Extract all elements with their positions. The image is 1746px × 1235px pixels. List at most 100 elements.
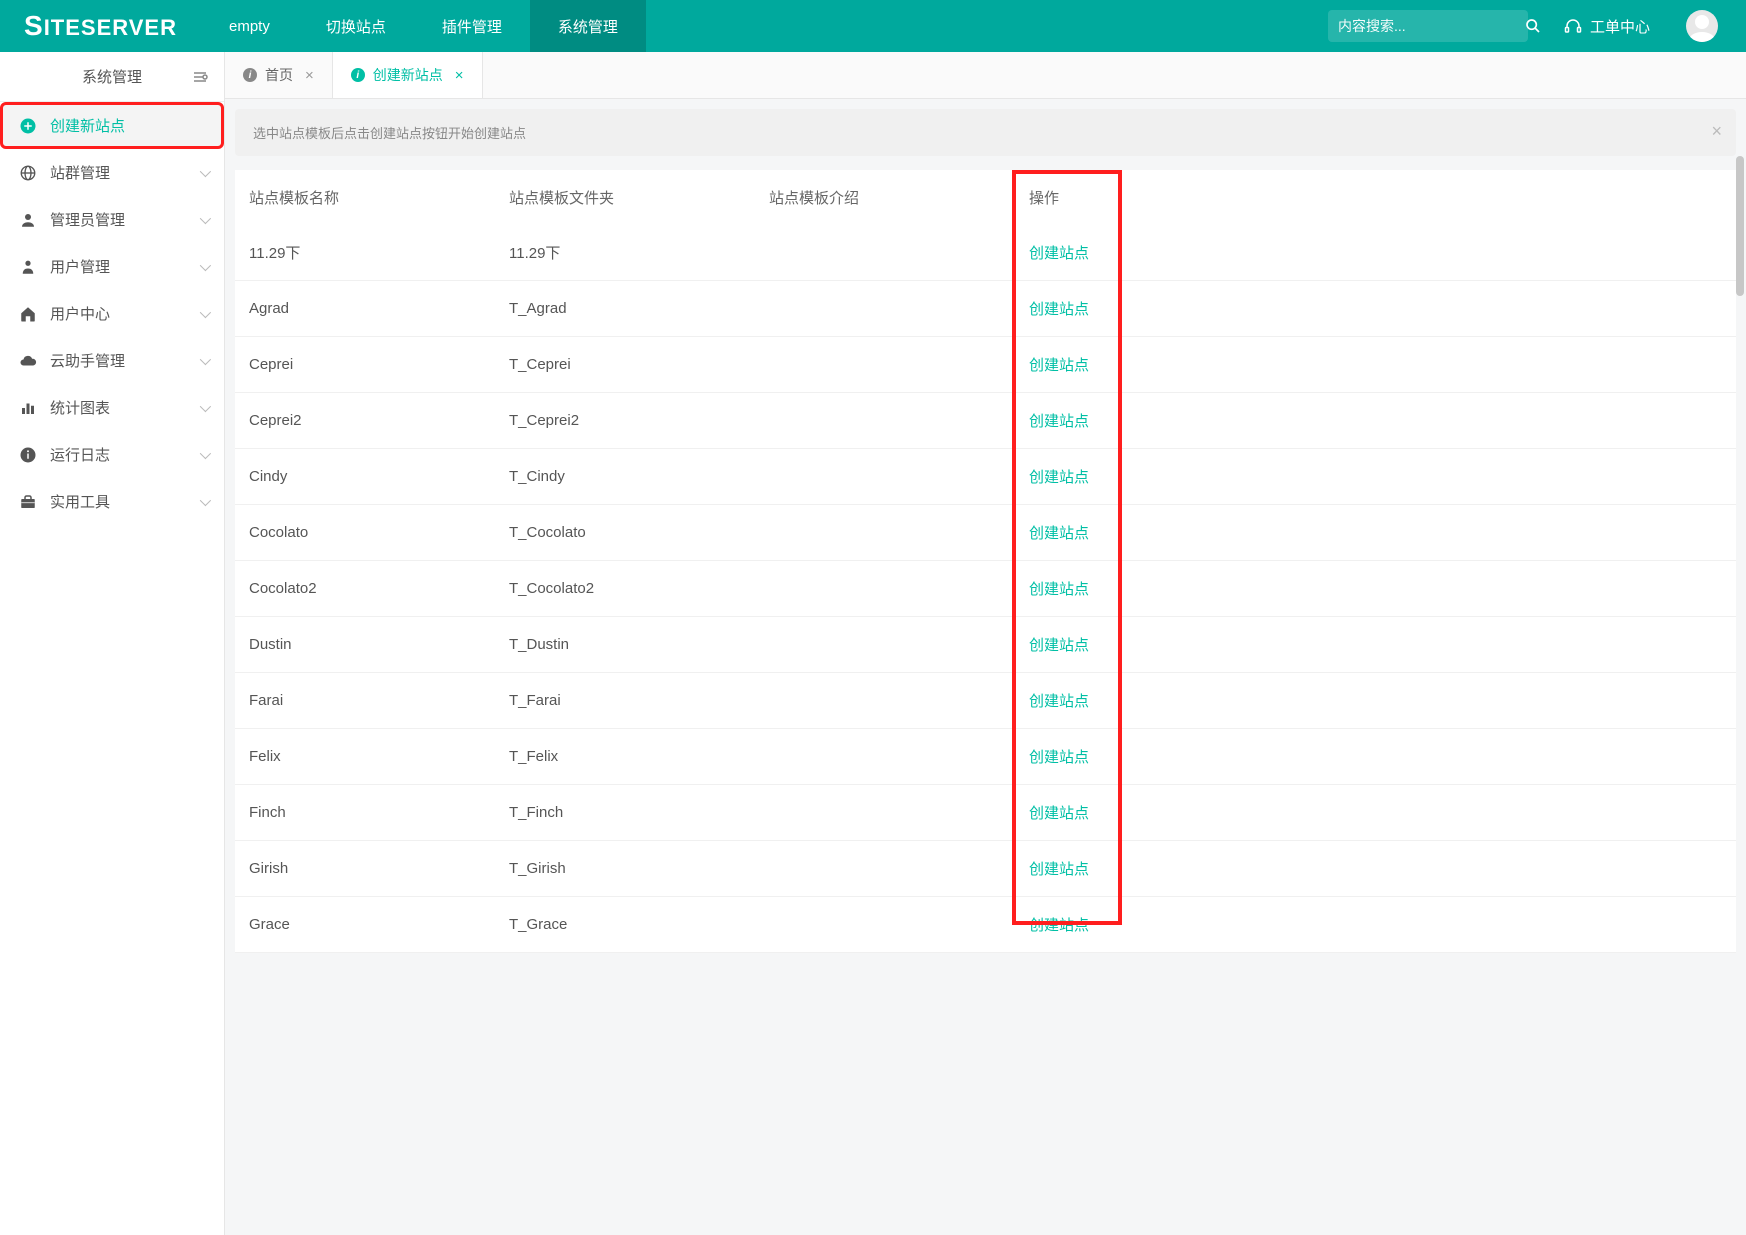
table-row: 11.29下11.29下 创建站点 bbox=[235, 225, 1736, 281]
sidebar-collapse-icon[interactable] bbox=[192, 71, 208, 83]
cell-template-folder: T_Finch bbox=[495, 785, 755, 841]
brand-logo[interactable]: SITESERVER bbox=[0, 10, 201, 42]
sidebar-item-3[interactable]: 用户管理 bbox=[0, 243, 224, 290]
chevron-down-icon bbox=[200, 446, 208, 463]
cell-template-folder: T_Cocolato bbox=[495, 505, 755, 561]
chevron-down-icon bbox=[200, 164, 208, 181]
vertical-scrollbar[interactable] bbox=[1736, 156, 1744, 296]
cell-template-name: Cocolato bbox=[235, 505, 495, 561]
chart-icon bbox=[18, 399, 38, 417]
search-input[interactable] bbox=[1338, 18, 1519, 34]
sidebar-item-label: 用户中心 bbox=[50, 303, 110, 324]
close-icon[interactable]: × bbox=[1711, 121, 1722, 142]
cell-template-folder: T_Felix bbox=[495, 729, 755, 785]
tab-create-site[interactable]: i 创建新站点 × bbox=[333, 52, 483, 98]
cell-template-name: Finch bbox=[235, 785, 495, 841]
sidebar-item-5[interactable]: 云助手管理 bbox=[0, 337, 224, 384]
cell-template-desc bbox=[755, 449, 1015, 505]
sidebar-item-label: 站群管理 bbox=[50, 162, 110, 183]
create-site-link[interactable]: 创建站点 bbox=[1029, 357, 1089, 374]
tab-label: 创建新站点 bbox=[373, 65, 443, 85]
create-site-link[interactable]: 创建站点 bbox=[1029, 413, 1089, 430]
create-site-link[interactable]: 创建站点 bbox=[1029, 917, 1089, 934]
close-icon[interactable]: × bbox=[305, 67, 314, 84]
cell-template-name: 11.29下 bbox=[235, 225, 495, 281]
create-site-link[interactable]: 创建站点 bbox=[1029, 637, 1089, 654]
nav-system-manage[interactable]: 系统管理 bbox=[530, 0, 646, 52]
table-row: FinchT_Finch 创建站点 bbox=[235, 785, 1736, 841]
headset-icon bbox=[1564, 17, 1582, 35]
cell-template-name: Ceprei bbox=[235, 337, 495, 393]
cell-template-desc bbox=[755, 281, 1015, 337]
table-row: Cocolato2T_Cocolato2创建站点 bbox=[235, 561, 1736, 617]
cell-template-name: Agrad bbox=[235, 281, 495, 337]
create-site-link[interactable]: 创建站点 bbox=[1029, 525, 1089, 542]
main-area: i 首页 × i 创建新站点 × 选中站点模板后点击创建站点按钮开始创建站点 ×… bbox=[225, 52, 1746, 1235]
close-icon[interactable]: × bbox=[455, 67, 464, 84]
create-site-link[interactable]: 创建站点 bbox=[1029, 749, 1089, 766]
nav-switch-site[interactable]: 切换站点 bbox=[298, 0, 414, 52]
search-icon[interactable] bbox=[1525, 18, 1541, 34]
top-bar-right: 工单中心 bbox=[1328, 0, 1746, 52]
chevron-down-icon bbox=[200, 399, 208, 416]
chevron-down-icon bbox=[200, 211, 208, 228]
cell-template-name: Cocolato2 bbox=[235, 561, 495, 617]
nav-current-site[interactable]: empty bbox=[201, 0, 298, 52]
sidebar-item-0[interactable]: 创建新站点 bbox=[0, 102, 224, 149]
create-site-link[interactable]: 创建站点 bbox=[1029, 861, 1089, 878]
sidebar-header: 系统管理 bbox=[0, 52, 224, 102]
sidebar-title: 系统管理 bbox=[82, 66, 142, 87]
sidebar-item-8[interactable]: 实用工具 bbox=[0, 478, 224, 525]
person-icon bbox=[18, 211, 38, 229]
cell-template-desc bbox=[755, 393, 1015, 449]
user-avatar[interactable] bbox=[1686, 10, 1718, 42]
tab-label: 首页 bbox=[265, 65, 293, 85]
chevron-down-icon bbox=[200, 258, 208, 275]
top-bar: SITESERVER empty 切换站点 插件管理 系统管理 工单中心 bbox=[0, 0, 1746, 52]
sidebar-item-1[interactable]: 站群管理 bbox=[0, 149, 224, 196]
sidebar-item-4[interactable]: 用户中心 bbox=[0, 290, 224, 337]
cell-template-name: Ceprei2 bbox=[235, 393, 495, 449]
cell-template-folder: T_Grace bbox=[495, 897, 755, 953]
home-icon bbox=[18, 305, 38, 323]
create-site-link[interactable]: 创建站点 bbox=[1029, 245, 1089, 262]
sidebar-item-2[interactable]: 管理员管理 bbox=[0, 196, 224, 243]
nav-plugin-manage[interactable]: 插件管理 bbox=[414, 0, 530, 52]
info-icon: i bbox=[351, 68, 365, 82]
table-row: DustinT_Dustin创建站点 bbox=[235, 617, 1736, 673]
template-table: 站点模板名称 站点模板文件夹 站点模板介绍 操作 11.29下11.29下创建站… bbox=[235, 170, 1736, 953]
cell-template-desc bbox=[755, 841, 1015, 897]
table-row: CindyT_Cindy创建站点 bbox=[235, 449, 1736, 505]
user-icon bbox=[18, 258, 38, 276]
ticket-center-link[interactable]: 工单中心 bbox=[1564, 16, 1650, 37]
sidebar-item-7[interactable]: 运行日志 bbox=[0, 431, 224, 478]
sidebar-item-6[interactable]: 统计图表 bbox=[0, 384, 224, 431]
create-site-link[interactable]: 创建站点 bbox=[1029, 469, 1089, 486]
cell-template-desc bbox=[755, 337, 1015, 393]
brand-text: ITESERVER bbox=[44, 15, 177, 40]
sidebar-item-label: 运行日志 bbox=[50, 444, 110, 465]
cell-template-name: Felix bbox=[235, 729, 495, 785]
create-site-link[interactable]: 创建站点 bbox=[1029, 805, 1089, 822]
plus-circle-icon bbox=[18, 117, 38, 135]
cell-template-desc bbox=[755, 225, 1015, 281]
cell-template-desc bbox=[755, 785, 1015, 841]
table-row: CocolatoT_Cocolato 创建站点 bbox=[235, 505, 1736, 561]
cell-template-desc bbox=[755, 617, 1015, 673]
cell-template-name: Cindy bbox=[235, 449, 495, 505]
cell-template-folder: T_Agrad bbox=[495, 281, 755, 337]
search-box[interactable] bbox=[1328, 10, 1528, 42]
table-row: FaraiT_Farai创建站点 bbox=[235, 673, 1736, 729]
table-row: CepreiT_Ceprei创建站点 bbox=[235, 337, 1736, 393]
sidebar-item-label: 实用工具 bbox=[50, 491, 110, 512]
header-template-desc: 站点模板介绍 bbox=[755, 170, 1015, 225]
cell-template-desc bbox=[755, 673, 1015, 729]
info-alert: 选中站点模板后点击创建站点按钮开始创建站点 × bbox=[235, 109, 1736, 156]
create-site-link[interactable]: 创建站点 bbox=[1029, 693, 1089, 710]
tab-home[interactable]: i 首页 × bbox=[225, 52, 333, 98]
create-site-link[interactable]: 创建站点 bbox=[1029, 581, 1089, 598]
create-site-link[interactable]: 创建站点 bbox=[1029, 301, 1089, 318]
table-row: GirishT_Girish创建站点 bbox=[235, 841, 1736, 897]
cell-template-folder: 11.29下 bbox=[495, 225, 755, 281]
table-row: GraceT_Grace创建站点 bbox=[235, 897, 1736, 953]
